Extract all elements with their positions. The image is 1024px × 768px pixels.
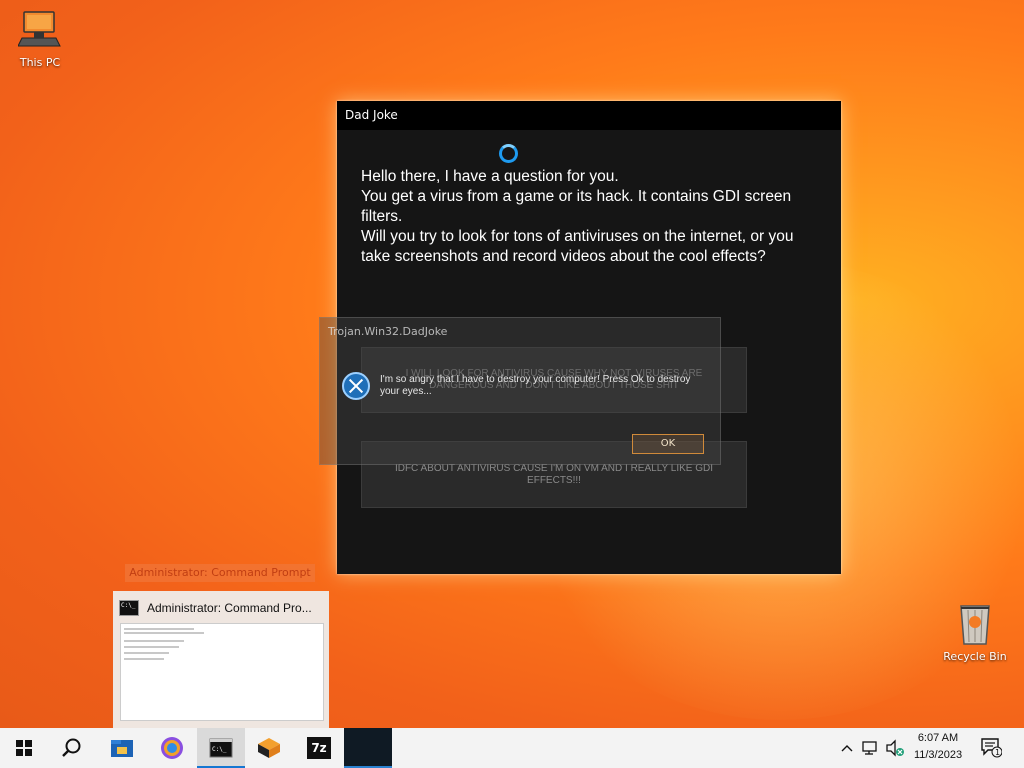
- 7zip-icon: 7z: [307, 737, 331, 759]
- taskbar-command-prompt[interactable]: C:\_: [197, 728, 245, 768]
- preview-tooltip: Administrator: Command Prompt: [125, 564, 315, 582]
- taskbar-virtualbox[interactable]: [245, 728, 293, 768]
- search-button[interactable]: [48, 728, 96, 768]
- console-line: [124, 646, 179, 648]
- search-icon: [62, 738, 81, 757]
- taskbar-file-explorer[interactable]: [98, 728, 146, 768]
- console-line: [124, 632, 204, 634]
- notification-icon: 1: [981, 738, 1003, 758]
- command-prompt-icon: [119, 600, 139, 616]
- error-message: I'm so angry that I have to destroy your…: [380, 374, 691, 397]
- command-prompt-preview[interactable]: Administrator: Command Pro...: [113, 591, 329, 728]
- question-text: Hello there, I have a question for you. …: [361, 168, 794, 265]
- recycle-bin-shortcut[interactable]: Recycle Bin: [935, 600, 1015, 663]
- error-dialog-title: Trojan.Win32.DadJoke: [328, 325, 448, 338]
- console-line: [124, 628, 194, 630]
- console-line: [124, 652, 169, 654]
- notification-center-button[interactable]: 1: [980, 736, 1003, 758]
- network-icon: [862, 741, 877, 755]
- console-line: [124, 658, 164, 660]
- blank-window-icon: [358, 740, 378, 756]
- notification-count: 1: [995, 748, 1000, 757]
- taskbar: C:\_ 7z 6:07 AM 11/3/2023 1: [0, 728, 1024, 768]
- svg-text:C:\_: C:\_: [212, 746, 227, 753]
- error-x-icon: [342, 372, 370, 400]
- windows-logo-icon: [16, 740, 32, 756]
- desktop: This PC Recycle Bin Dad Joke Hello there…: [0, 0, 1024, 728]
- browser-icon: [161, 737, 183, 759]
- start-button[interactable]: [0, 728, 48, 768]
- this-pc-label: This PC: [19, 56, 61, 69]
- option-gdi-effects-label: IDFC ABOUT ANTIVIRUS CAUSE I'M ON VM AND…: [394, 462, 714, 486]
- loading-spinner-icon: [499, 144, 518, 163]
- error-dialog: Trojan.Win32.DadJoke I'm so angry that I…: [319, 317, 721, 465]
- window-title: Dad Joke: [337, 101, 841, 130]
- clock-time: 6:07 AM: [917, 732, 959, 744]
- folder-icon: [111, 740, 133, 757]
- recycle-bin-label: Recycle Bin: [943, 650, 1007, 663]
- recycle-bin-icon: [960, 605, 990, 645]
- command-prompt-icon: C:\_: [209, 738, 233, 758]
- box-icon: [258, 738, 280, 758]
- preview-header: Administrator: Command Pro...: [119, 599, 312, 617]
- show-hidden-icons-button[interactable]: [838, 728, 856, 768]
- taskbar-dad-joke-app[interactable]: [344, 728, 392, 768]
- console-line: [124, 640, 184, 642]
- taskbar-browser[interactable]: [148, 728, 196, 768]
- preview-screen: [120, 623, 324, 721]
- this-pc-shortcut[interactable]: This PC: [0, 10, 80, 69]
- ok-button[interactable]: OK: [632, 434, 704, 454]
- clock-date: 11/3/2023: [913, 749, 963, 761]
- taskbar-7zip[interactable]: 7z: [295, 728, 343, 768]
- clock[interactable]: 6:07 AM 11/3/2023: [898, 730, 978, 764]
- computer-icon: [18, 11, 61, 47]
- chevron-up-icon: [841, 745, 853, 752]
- preview-title: Administrator: Command Pro...: [147, 601, 312, 615]
- network-button[interactable]: [860, 728, 882, 768]
